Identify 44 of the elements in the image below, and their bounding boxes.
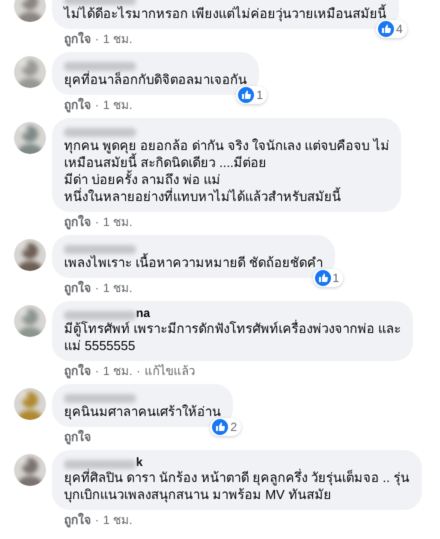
separator-dot: ·	[95, 31, 99, 47]
comment-text: ยุคที่อนาล็อกกับดิจิตอลมาเจอกัน	[64, 71, 247, 88]
timestamp-link[interactable]: 1 ชม.	[103, 31, 132, 47]
separator-dot: ·	[95, 97, 99, 113]
blurred-name	[64, 128, 136, 137]
timestamp-link[interactable]: 1 ชม.	[103, 280, 132, 296]
reaction-badge[interactable]: 4	[376, 20, 407, 38]
like-link[interactable]: ถูกใจ	[64, 429, 91, 445]
timestamp-link[interactable]: 1 ชม.	[103, 214, 132, 230]
author-name[interactable]: na	[136, 306, 150, 320]
timestamp-link[interactable]: 1 ชม.	[103, 97, 132, 113]
separator-dot: ·	[95, 214, 99, 230]
blurred-name	[64, 311, 136, 320]
reaction-badge[interactable]: 1	[312, 269, 344, 287]
separator-dot: ·	[136, 363, 140, 379]
separator-dot: ·	[95, 363, 99, 379]
blurred-name	[64, 245, 136, 254]
thumbs-up-icon	[212, 419, 228, 435]
like-link[interactable]: ถูกใจ	[64, 512, 91, 528]
comment-text: ทุกคน พูดคุย อยอกล้อ ด่ากัน จริง ใจนักเลง แต่จบคือจบ ไม่ เหมือนสมัยนี้ สะกิดนิดเดียว ....มีต่อย มีด่า บ่อยครั้ง ลามถึง พ่อ แม่ หนึ่งในหลายอย่างที่แทบหาไม่ได้แล้วสำหรับสมัยนี้	[64, 137, 390, 205]
like-link[interactable]: ถูกใจ	[64, 214, 91, 230]
reaction-badge[interactable]: 2	[210, 418, 241, 436]
reaction-badge[interactable]: 1	[236, 86, 267, 104]
comment-text: ยุคที่ศิลปิน ดารา นักร้อง หน้าตาดี ยุคลูกครึ่ง วัยรุ่นเต็มจอ .. รุ่น บุกเบิกแนวเพลงสนุกสนาน มาพร้อม MV ทันสมัย	[64, 469, 410, 503]
like-link[interactable]: ถูกใจ	[64, 363, 91, 379]
like-link[interactable]: ถูกใจ	[64, 280, 91, 296]
thumbs-up-icon	[314, 270, 331, 286]
comment-text: มีตู้โทรศัพท์ เพราะมีการดักฟังโทรศัพท์เครื่องพ่วงจากพ่อ และ แม่ 5555555	[64, 320, 402, 354]
separator-dot: ·	[95, 280, 99, 296]
author-name[interactable]: k	[136, 455, 143, 469]
thumbs-up-icon	[238, 87, 254, 103]
like-link[interactable]: ถูกใจ	[64, 97, 91, 113]
timestamp-link[interactable]: 1 ชม.	[103, 363, 132, 379]
separator-dot: ·	[95, 512, 99, 528]
blurred-name	[64, 460, 136, 469]
blurred-name	[64, 62, 136, 71]
comment-text: เพลงไพเราะ เนื้อหาความหมายดี ชัดถ้อยชัดคำ	[64, 254, 324, 271]
blurred-name	[64, 394, 136, 403]
comment-text: ยุคนินมศาลาคนเศร้าให้อ่าน	[64, 403, 221, 420]
comment-text: ไม่ได้ดีอะไรมากหรอก เพียงแต่ไม่ค่อยวุ่นวายเหมือนสมัยนี้	[64, 5, 387, 22]
edited-label: แก้ไขแล้ว	[144, 363, 196, 379]
like-link[interactable]: ถูกใจ	[64, 31, 91, 47]
timestamp-link[interactable]: 1 ชม.	[103, 512, 132, 528]
thumbs-up-icon	[378, 21, 394, 37]
